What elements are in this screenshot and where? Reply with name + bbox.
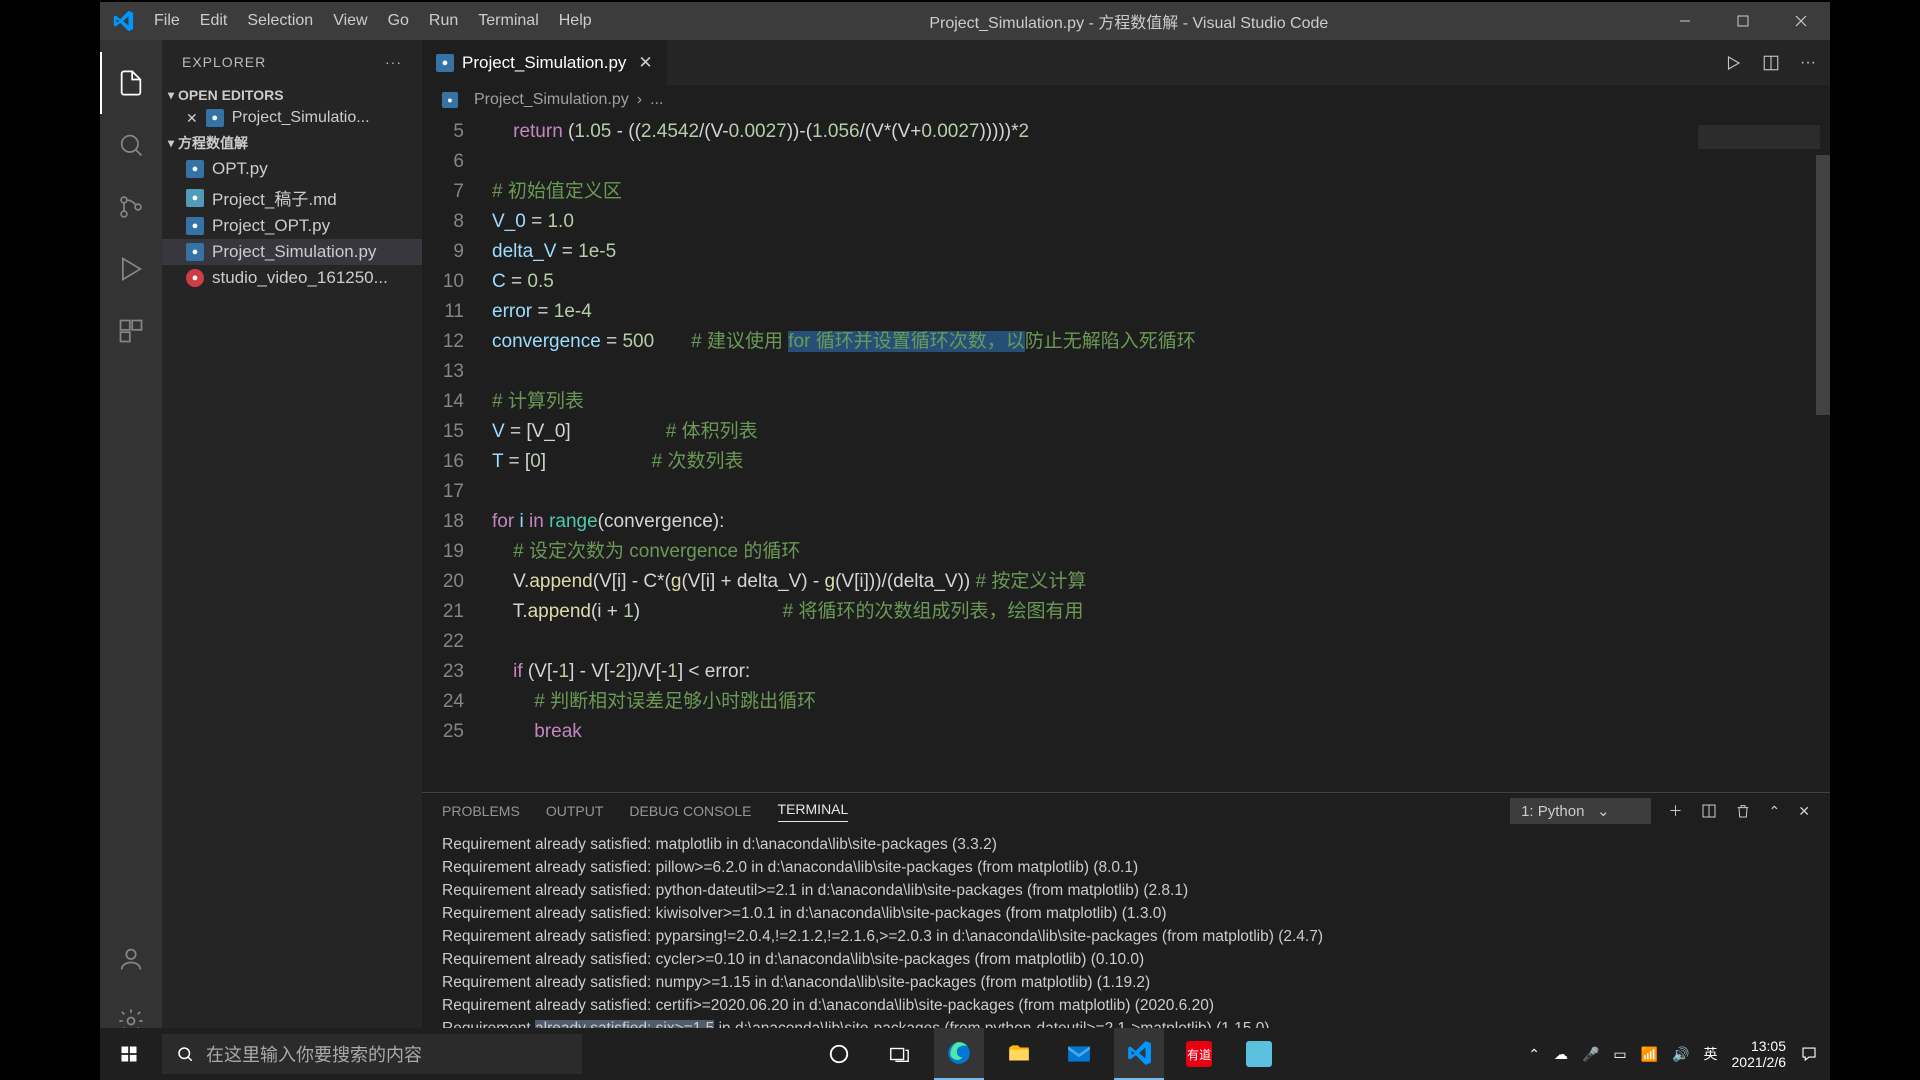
source-control-activity[interactable]: [100, 176, 162, 238]
file-item[interactable]: ●OPT.py: [162, 156, 422, 182]
expand-panel-icon[interactable]: ⌃: [1769, 803, 1781, 820]
file-item[interactable]: ●studio_video_161250...: [162, 265, 422, 291]
terminal-panel: PROBLEMS OUTPUT DEBUG CONSOLE TERMINAL 1: P…: [422, 792, 1830, 1052]
close-panel-icon[interactable]: ✕: [1798, 803, 1810, 820]
sidebar-title: EXPLORER ···: [162, 40, 422, 84]
taskbar-search[interactable]: 在这里输入你要搜索的内容: [162, 1034, 582, 1074]
close-icon[interactable]: ✕: [638, 53, 652, 73]
minimap[interactable]: [1690, 115, 1830, 792]
panel-tab-debug-console[interactable]: DEBUG CONSOLE: [629, 803, 751, 819]
window-title: Project_Simulation.py - 方程数值解 - Visual S…: [602, 9, 1656, 33]
chevron-right-icon: ›: [637, 91, 642, 109]
code-editor[interactable]: 5678910111213141516171819202122232425 re…: [422, 115, 1830, 792]
python-file-icon: ●: [436, 54, 454, 72]
kill-terminal-icon[interactable]: [1735, 803, 1751, 819]
new-terminal-icon[interactable]: ＋: [1669, 801, 1683, 821]
more-icon[interactable]: ···: [1800, 54, 1816, 72]
menu-help[interactable]: Help: [549, 12, 602, 30]
microphone-icon[interactable]: 🎤: [1582, 1046, 1599, 1063]
terminal-select[interactable]: 1: Python ⌄: [1510, 798, 1650, 824]
battery-icon[interactable]: ▭: [1613, 1046, 1626, 1063]
python-file-icon: ●: [206, 109, 224, 127]
editor-area: ● Project_Simulation.py ✕ ··· ● Project_…: [422, 40, 1830, 1052]
clock[interactable]: 13:05 2021/2/6: [1732, 1038, 1787, 1070]
youdao-icon[interactable]: 有道: [1174, 1028, 1224, 1080]
minimize-button[interactable]: [1656, 2, 1714, 40]
panel-tab-output[interactable]: OUTPUT: [546, 803, 604, 819]
activity-bar: [100, 40, 162, 1052]
py-file-icon: ●: [186, 217, 204, 235]
folder-section[interactable]: ▾ 方程数值解: [162, 130, 422, 156]
account-activity[interactable]: [100, 928, 162, 990]
vscode-logo-icon: [112, 10, 134, 32]
py-file-icon: ●: [186, 160, 204, 178]
menu-selection[interactable]: Selection: [237, 12, 323, 30]
maximize-button[interactable]: [1714, 2, 1772, 40]
file-item[interactable]: ●Project_Simulation.py: [162, 239, 422, 265]
search-activity[interactable]: [100, 114, 162, 176]
title-bar: FileEditSelectionViewGoRunTerminalHelp P…: [100, 2, 1830, 40]
edge-icon[interactable]: [934, 1028, 984, 1080]
explorer-activity[interactable]: [100, 52, 162, 114]
notifications-tray-icon[interactable]: [1800, 1045, 1818, 1063]
file-explorer-icon[interactable]: [994, 1028, 1044, 1080]
close-button[interactable]: [1772, 2, 1830, 40]
onedrive-icon[interactable]: ☁: [1554, 1046, 1568, 1063]
tabs-bar: ● Project_Simulation.py ✕ ···: [422, 40, 1830, 85]
ime-indicator[interactable]: 英: [1704, 1044, 1718, 1064]
chevron-down-icon: ▾: [168, 136, 174, 150]
split-editor-icon[interactable]: [1762, 54, 1780, 72]
file-item[interactable]: ●Project_稿子.md: [162, 182, 422, 213]
py-file-icon: ●: [186, 243, 204, 261]
editor-tab[interactable]: ● Project_Simulation.py ✕: [422, 40, 668, 85]
vscode-taskbar-icon[interactable]: [1114, 1028, 1164, 1080]
menu-edit[interactable]: Edit: [190, 12, 238, 30]
cortana-icon[interactable]: [814, 1028, 864, 1080]
wifi-icon[interactable]: 📶: [1641, 1046, 1658, 1063]
menu-terminal[interactable]: Terminal: [468, 12, 548, 30]
task-view-icon[interactable]: [874, 1028, 924, 1080]
panel-tab-terminal[interactable]: TERMINAL: [778, 801, 849, 822]
open-editor-item[interactable]: ✕ ● Project_Simulatio...: [162, 106, 422, 130]
run-icon[interactable]: [1724, 54, 1742, 72]
menu-run[interactable]: Run: [419, 12, 468, 30]
volume-icon[interactable]: 🔊: [1672, 1046, 1689, 1063]
video-file-icon: ●: [186, 269, 204, 287]
windows-taskbar: 在这里输入你要搜索的内容 有道 ⌃ ☁ 🎤 ▭ 📶 🔊 英 13:05 2021…: [100, 1028, 1830, 1080]
sidebar: EXPLORER ··· ▾ OPEN EDITORS ✕ ● Project_…: [162, 40, 422, 1052]
menu-file[interactable]: File: [144, 12, 190, 30]
tray-chevron-icon[interactable]: ⌃: [1528, 1046, 1540, 1063]
start-button[interactable]: [100, 1028, 158, 1080]
file-item[interactable]: ●Project_OPT.py: [162, 213, 422, 239]
close-icon[interactable]: ✕: [186, 110, 198, 127]
line-numbers: 5678910111213141516171819202122232425: [422, 115, 492, 792]
panel-tab-problems[interactable]: PROBLEMS: [442, 803, 520, 819]
python-file-icon: ●: [442, 92, 458, 108]
mail-icon[interactable]: [1054, 1028, 1104, 1080]
split-terminal-icon[interactable]: [1701, 803, 1717, 819]
extensions-activity[interactable]: [100, 300, 162, 362]
open-editors-section[interactable]: ▾ OPEN EDITORS: [162, 84, 422, 106]
md-file-icon: ●: [186, 189, 204, 207]
chevron-down-icon: ▾: [168, 88, 174, 102]
terminal-output[interactable]: Requirement already satisfied: matplotli…: [422, 829, 1830, 1052]
run-debug-activity[interactable]: [100, 238, 162, 300]
breadcrumb[interactable]: ● Project_Simulation.py › ...: [422, 85, 1830, 115]
more-icon[interactable]: ···: [385, 54, 402, 70]
app-icon[interactable]: [1234, 1028, 1284, 1080]
menu-view[interactable]: View: [323, 12, 377, 30]
menu-go[interactable]: Go: [378, 12, 419, 30]
